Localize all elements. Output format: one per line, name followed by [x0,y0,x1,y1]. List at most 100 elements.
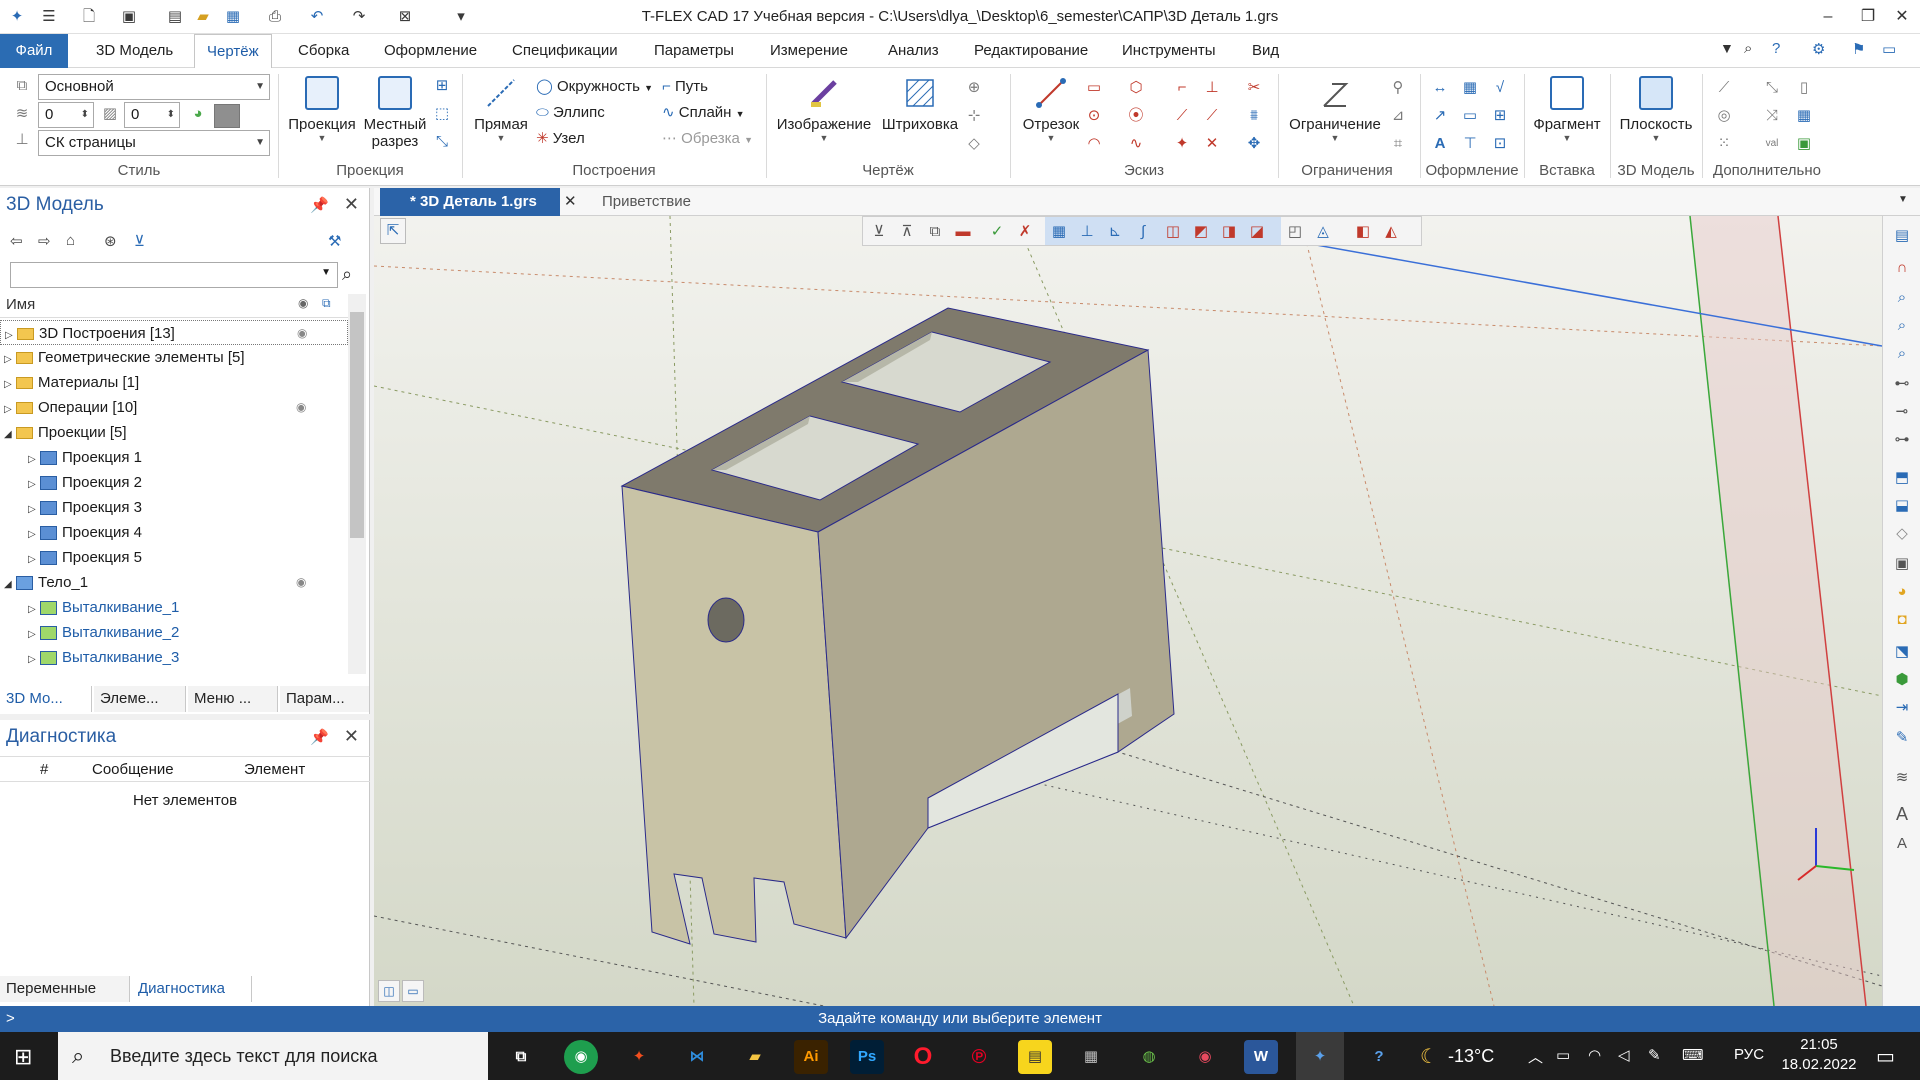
axis-view-icon[interactable]: ⊥ [1077,222,1097,242]
tab-assembly[interactable]: Сборка [286,34,361,68]
move-sketch-icon[interactable]: ✥ [1244,134,1264,154]
collapse-arrow-icon[interactable]: ◢ [4,572,16,597]
layer-column-icon[interactable]: ⧉ [322,296,331,311]
camera-icon[interactable]: ◉ [1188,1040,1222,1074]
open-list-icon[interactable]: ▤ [164,6,186,28]
windows-start-icon[interactable]: ⊞ [14,1044,32,1070]
arc-sketch-icon[interactable]: ◠ [1084,134,1104,154]
note-icon[interactable]: ▭ [1460,106,1480,126]
constraint-tool-3-icon[interactable]: ⌗ [1388,134,1408,154]
tree-item[interactable]: ▷ Геометрические элементы [5] [0,345,348,370]
split-view-icon[interactable]: ◫ [378,980,400,1002]
zoom-fit-icon[interactable]: ⌕ [1890,342,1914,366]
circle-tool[interactable]: ◯ Окружность ▼ [536,76,653,98]
grid-view-icon[interactable]: ▦ [1049,222,1069,242]
ellipse-tool[interactable]: ⬭ Эллипс [536,102,605,124]
bottom-tab-menu[interactable]: Меню ... [188,686,278,712]
pin-icon[interactable]: 📌 [310,196,329,214]
array-sketch-icon[interactable]: ⩩ [1244,106,1264,126]
tree-item[interactable]: ▷ Проекция 5 [0,545,348,570]
tab-view[interactable]: Вид [1240,34,1291,68]
visibility-icon[interactable]: ◉ [296,570,306,595]
tab-tools[interactable]: Инструменты [1110,34,1228,68]
close-icon[interactable]: ✕ [564,192,577,210]
menu-icon[interactable]: ☰ [38,6,60,28]
visibility-icon[interactable]: ◉ [296,395,306,420]
chrome-icon[interactable]: ◉ [564,1040,598,1074]
doc-tab-active[interactable]: * 3D Деталь 1.grs [380,188,560,216]
bottom-tab-3d-model[interactable]: 3D Мо... [0,686,92,712]
scrollbar-thumb[interactable] [350,312,364,538]
expand-arrow-icon[interactable]: ▷ [4,372,16,397]
forward-icon[interactable]: ⇨ [38,232,51,250]
tree-item[interactable]: ◢ Проекции [5] [0,420,348,445]
layers-icon[interactable]: ≋ [1890,766,1914,790]
trim-tool[interactable]: ⋯ Обрезка ▼ [662,128,753,150]
expand-arrow-icon[interactable]: ▷ [28,497,40,522]
search-command-icon[interactable]: ⌕ [1744,40,1752,57]
trim-sketch-icon[interactable]: ✕ [1202,134,1222,154]
segment-button[interactable]: Отрезок ▼ [1016,76,1086,143]
tree-item[interactable]: ▷ Материалы [1] [0,370,348,395]
layout-icon[interactable]: ▭ [1882,40,1896,58]
opera-icon[interactable]: O [906,1040,940,1074]
extra-tool-6-icon[interactable]: ▦ [1794,106,1814,126]
cube-iso-icon[interactable]: ◪ [1247,222,1267,242]
dimension-icon[interactable]: ↔ [1430,78,1450,98]
tree-item[interactable]: ▷ 3D Построения [13] ◉ [0,320,348,345]
edit-box-icon[interactable]: ✎ [1890,726,1914,750]
bottom-tab-elements[interactable]: Элеме... [94,686,186,712]
close-icon[interactable]: ✕ [344,726,359,747]
extra-tool-4-icon[interactable]: ◎ [1714,106,1734,126]
tab-3d-model[interactable]: 3D Модель [84,34,185,68]
offset-sketch-icon[interactable]: ⟋ [1172,106,1192,126]
spline-tool[interactable]: ∿ Сплайн ▼ [662,102,745,124]
tab-drawing[interactable]: Чертёж [194,34,272,69]
cube-side-icon[interactable]: ◨ [1219,222,1239,242]
wifi-icon[interactable]: ◠ [1588,1046,1601,1064]
undo-icon[interactable]: ↶ [306,6,328,28]
expand-arrow-icon[interactable]: ▷ [28,647,40,672]
doc-tab-welcome[interactable]: Приветствие [582,188,742,216]
line-style-spin[interactable]: 0 ⬍ [124,102,180,128]
measure-icon[interactable]: ⊷ [1890,372,1914,396]
tray-chevron-icon[interactable]: ︿ [1528,1046,1543,1067]
extra-tool-3-icon[interactable]: ▯ [1794,78,1814,98]
check-ok-icon[interactable]: ✓ [987,222,1007,242]
tab-editing[interactable]: Редактирование [962,34,1100,68]
tools-icon[interactable]: ⚒ [328,232,341,250]
box-icon[interactable]: ▣ [1890,552,1914,576]
keyboard-icon[interactable]: ⌨ [1682,1046,1704,1064]
redo-icon[interactable]: ↷ [348,6,370,28]
task-view-icon[interactable]: ⧉ [504,1040,538,1074]
sphere-icon[interactable]: ◕ [1890,580,1914,604]
text-small-icon[interactable]: A [1890,832,1914,856]
glasses-icon[interactable]: ⊸ [1890,400,1914,424]
curve-view-icon[interactable]: ∫ [1133,222,1153,242]
quick-access-dropdown-icon[interactable]: ▾ [450,6,472,28]
extra-tool-5-icon[interactable]: ⤨ [1762,106,1782,126]
image-button[interactable]: Изображение ▼ [772,76,876,143]
node-tool[interactable]: ✳ Узел [536,128,585,150]
extra-tool-7-icon[interactable]: ⁙ [1714,134,1734,154]
close-icon[interactable]: ✕ [344,194,359,215]
cube-check-icon[interactable]: ⬒ [1890,466,1914,490]
tree-search-input[interactable]: ▼ [10,262,338,288]
expand-arrow-icon[interactable]: ▷ [4,347,16,372]
tree-item[interactable]: ◢ Тело_1 ◉ [0,570,348,595]
search-icon[interactable]: ⌕ [342,264,352,285]
tab-measurement[interactable]: Измерение [758,34,860,68]
zoom-window-icon[interactable]: ⌕ [1890,314,1914,338]
bottom-tab-parameters[interactable]: Парам... [280,686,370,712]
plane-button[interactable]: Плоскость ▼ [1614,76,1698,143]
constraint-button[interactable]: Ограничение ▼ [1284,76,1386,143]
zoom-icon[interactable]: ⌕ [1890,286,1914,310]
drawing-tool-1-icon[interactable]: ⊕ [964,78,984,98]
fillet-sketch-icon[interactable]: ⌐ [1172,78,1192,98]
single-view-icon[interactable]: ▭ [402,980,424,1002]
photoshop-icon[interactable]: Ps [850,1040,884,1074]
hatch-button[interactable]: Штриховка [878,76,962,133]
tree-item[interactable]: ▷ Выталкивание_2 [0,620,348,645]
expand-arrow-icon[interactable]: ▷ [4,397,16,422]
coordinate-system-combo[interactable]: СК страницы ▼ [38,130,270,156]
